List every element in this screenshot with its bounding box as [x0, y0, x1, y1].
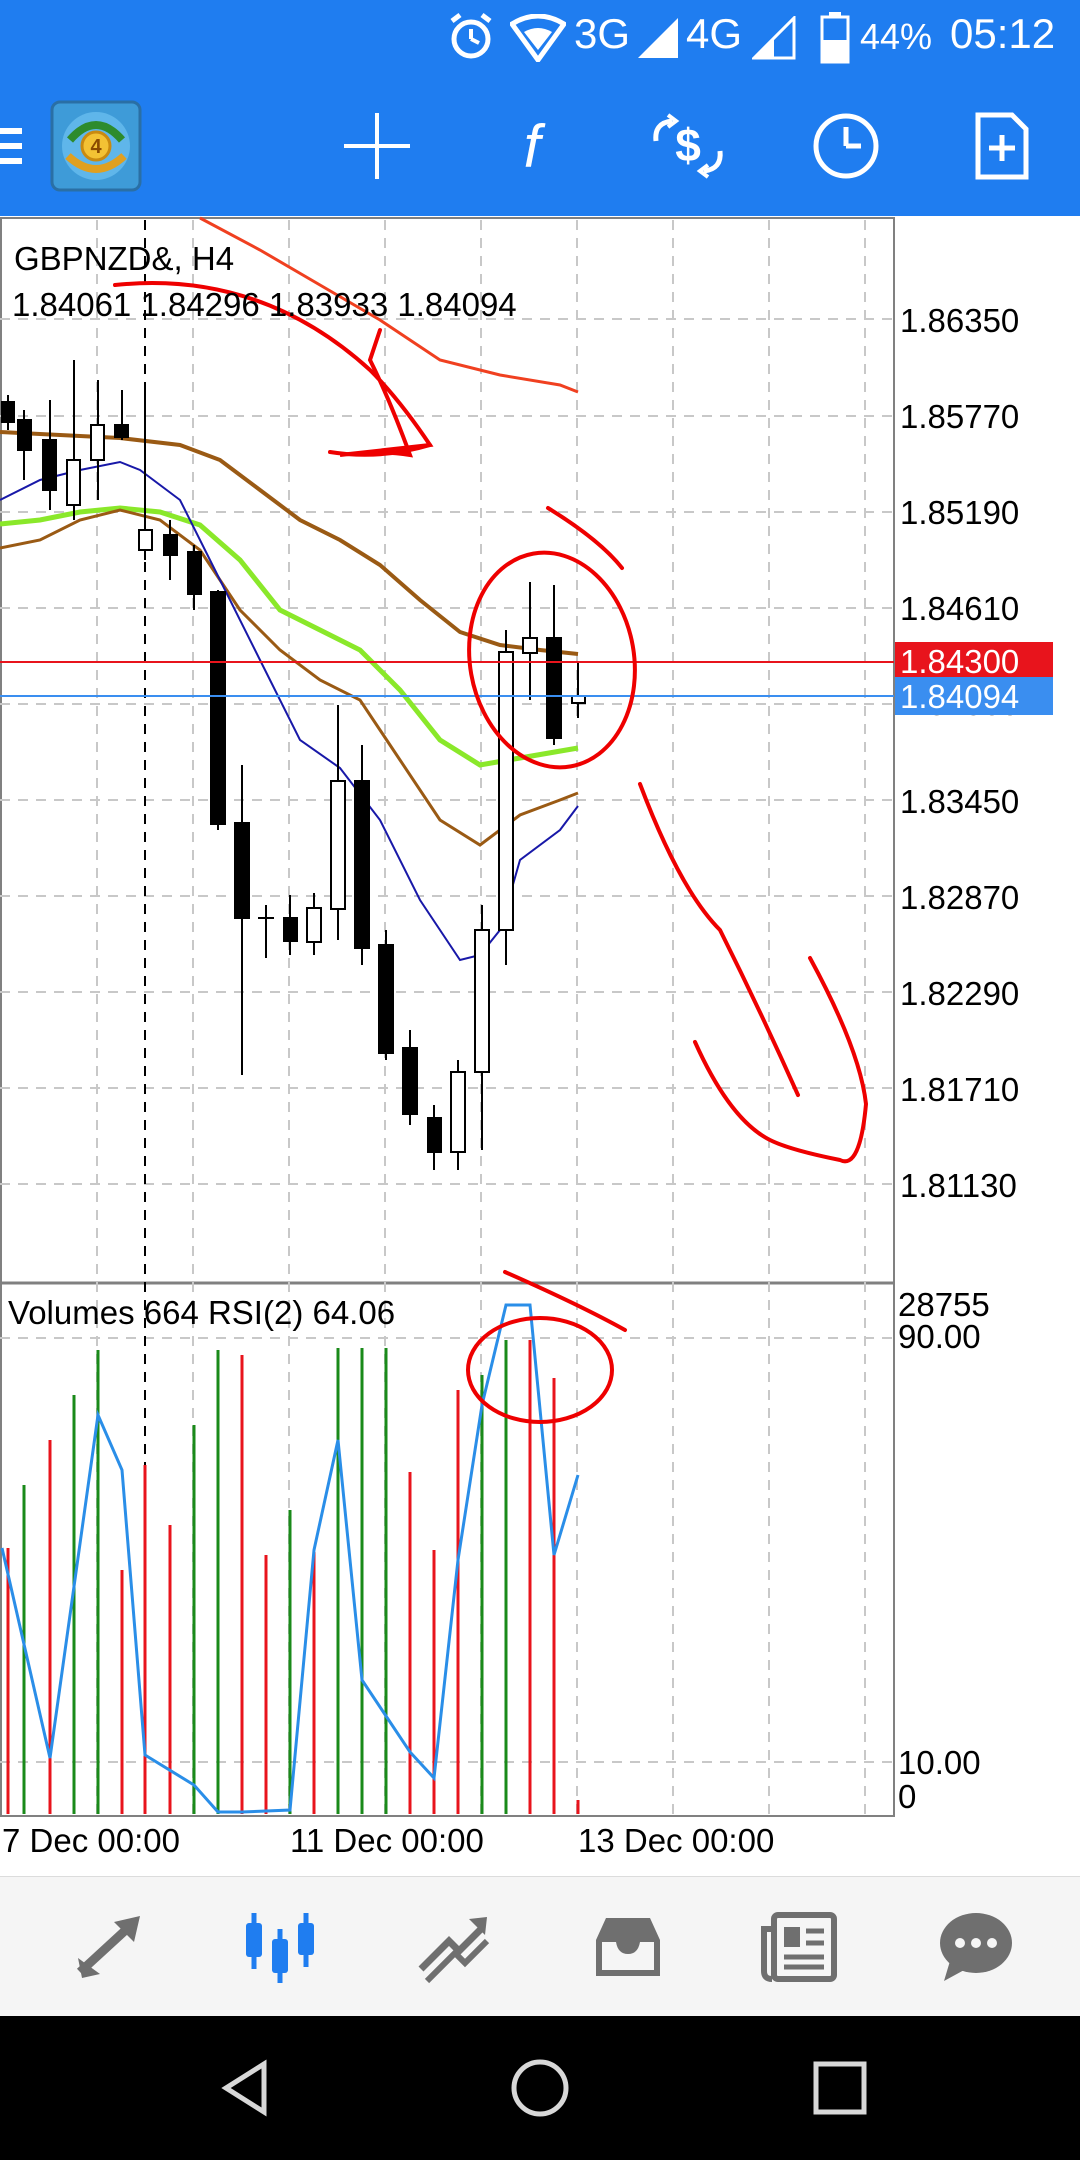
- price-tick: 1.83450: [900, 783, 1019, 820]
- network-3g-label: 3G: [574, 10, 631, 57]
- bottom-nav: [0, 1876, 1080, 2017]
- rsi-low-label: 10.00: [898, 1744, 981, 1781]
- price-tick: 1.82870: [900, 879, 1019, 916]
- quotes-icon[interactable]: [30, 1877, 190, 2017]
- back-icon[interactable]: [196, 2038, 296, 2138]
- battery-percent: 44%: [860, 16, 933, 57]
- signal-4g-icon: [752, 16, 796, 60]
- hand-drawn-annotations: [113, 281, 869, 1424]
- news-icon[interactable]: [720, 1877, 880, 2017]
- grid-lines: [0, 220, 894, 1814]
- candles: [1, 360, 586, 1170]
- signal-3g-icon: [638, 18, 678, 58]
- time-tick: 11 Dec 00:00: [290, 1822, 484, 1859]
- price-tick: 1.84610: [900, 590, 1019, 627]
- status-bar: 3G 4G 44% 05:12: [0, 0, 1080, 76]
- svg-text:4: 4: [90, 136, 102, 158]
- wifi-icon: [510, 14, 566, 62]
- battery-icon: [820, 12, 850, 64]
- new-document-icon[interactable]: [942, 76, 1062, 216]
- time-tick: 13 Dec 00:00: [578, 1822, 774, 1859]
- svg-text:f: f: [524, 113, 546, 180]
- ask-price-label: 1.84300: [900, 643, 1019, 680]
- network-4g-label: 4G: [686, 10, 743, 57]
- price-tick: 1.81130: [900, 1167, 1017, 1204]
- clock-time: 05:12: [950, 10, 1056, 57]
- price-tick: 1.85190: [900, 494, 1019, 531]
- crosshair-icon[interactable]: [317, 76, 437, 216]
- zero-label: 0: [898, 1778, 916, 1815]
- indicator-label: Volumes 664 RSI(2) 64.06: [8, 1294, 395, 1331]
- recents-icon[interactable]: [790, 2038, 890, 2138]
- time-tick: 7 Dec 00:00: [2, 1822, 180, 1859]
- timeframe-icon[interactable]: [786, 76, 906, 216]
- menu-icon[interactable]: [0, 76, 50, 216]
- price-tick: 1.85770: [900, 398, 1019, 435]
- price-tick: 1.86350: [900, 302, 1019, 339]
- trade-icon[interactable]: $: [628, 76, 748, 216]
- time-axis: 7 Dec 00:00 11 Dec 00:00 13 Dec 00:00: [2, 1822, 774, 1859]
- app-logo[interactable]: 4: [48, 76, 144, 216]
- indicators-icon[interactable]: f: [472, 76, 592, 216]
- chart-icon[interactable]: [200, 1877, 360, 2017]
- alarm-icon: [450, 13, 492, 59]
- top-toolbar: 4 f $: [0, 76, 1080, 216]
- symbol-label: GBPNZD&, H4: [14, 240, 234, 277]
- bid-price-label: 1.84094: [900, 678, 1019, 715]
- home-icon[interactable]: [490, 2038, 590, 2138]
- svg-text:$: $: [675, 119, 701, 171]
- price-tick: 1.81710: [900, 1071, 1019, 1108]
- history-icon[interactable]: [548, 1877, 708, 2017]
- chart-area[interactable]: GBPNZD&, H4 1.84061 1.84296 1.83933 1.84…: [0, 216, 1080, 1876]
- indicator-axis: 28755 90.00 10.00 0: [898, 1286, 990, 1815]
- ohlc-label: 1.84061 1.84296 1.83933 1.84094: [12, 286, 517, 323]
- price-axis: 1.86350 1.85770 1.85190 1.84610 1.84030 …: [900, 302, 1019, 1204]
- system-nav-bar: [0, 2016, 1080, 2160]
- chat-icon[interactable]: [896, 1877, 1056, 2017]
- price-tick: 1.82290: [900, 975, 1019, 1012]
- rsi-high-label: 90.00: [898, 1318, 981, 1355]
- trade-icon[interactable]: [373, 1877, 533, 2017]
